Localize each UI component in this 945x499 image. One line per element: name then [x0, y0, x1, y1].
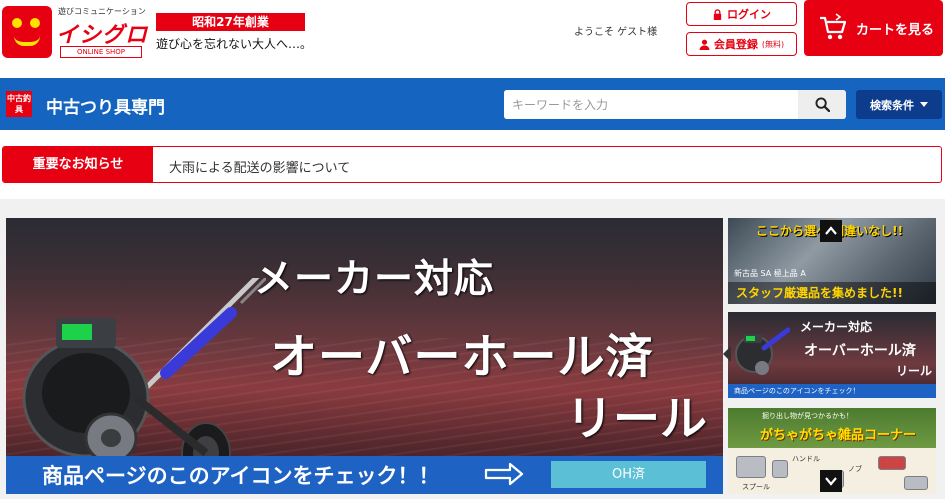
knob-image	[904, 476, 928, 490]
thumb3-header: 掘り出し物が見つかるかも！ がちゃがちゃ雑品コーナー	[728, 408, 936, 448]
knob-image	[878, 456, 906, 470]
main-banner[interactable]: メーカー対応 オーバーホール済 リール 商品ページのこのアイコンをチェック！！ …	[6, 218, 723, 494]
important-notice: 重要なお知らせ 大雨による配送の影響について	[2, 146, 942, 183]
side-banner-overhaul[interactable]: メーカー対応 オーバーホール済 リール 商品ページのこのアイコンをチェック！	[728, 312, 936, 398]
site-logo[interactable]: 遊びコミュニケーション イシグロ ONLINE SHOP	[0, 4, 147, 60]
oh-done-badge: OH済	[551, 461, 706, 488]
search-conditions-button[interactable]: 検索条件	[856, 90, 942, 119]
logo-name: イシグロ	[56, 23, 149, 48]
thumb3-line1: 掘り出し物が見つかるかも！	[762, 412, 853, 420]
register-label: 会員登録	[713, 38, 758, 51]
cart-label: カートを見る	[856, 22, 935, 38]
active-slide-indicator-icon	[723, 346, 731, 362]
thumb2-line1: メーカー対応	[800, 320, 873, 334]
search-input[interactable]	[504, 90, 798, 119]
thumb3-label-spool: スプール	[742, 483, 770, 491]
cart-button[interactable]: カートを見る	[804, 0, 943, 56]
thumb2-line2: オーバーホール済	[804, 343, 916, 359]
carousel-down-button[interactable]	[820, 470, 842, 492]
search-button[interactable]	[798, 90, 846, 119]
logo-shop-label: ONLINE SHOP	[60, 46, 142, 58]
login-button[interactable]: ログイン	[686, 2, 797, 26]
catchphrase: 遊び心を忘れない大人へ…。	[156, 37, 313, 51]
lock-icon	[713, 8, 722, 20]
site-header: 遊びコミュニケーション イシグロ ONLINE SHOP 昭和27年創業 遊び心…	[0, 0, 945, 78]
fishing-reel-image	[22, 278, 266, 478]
search-box	[504, 90, 846, 119]
arrow-right-icon	[484, 462, 524, 486]
chevron-down-icon	[825, 477, 837, 486]
logo-tagline: 遊びコミュニケーション	[58, 7, 146, 16]
cart-icon	[820, 13, 847, 40]
spool-image	[736, 456, 766, 478]
spool-image	[772, 460, 788, 478]
notice-label: 重要なお知らせ	[3, 147, 153, 182]
caret-down-icon	[920, 102, 928, 107]
thumb2-line3: リール	[896, 364, 933, 378]
used-tackle-badge: 中古釣具	[6, 91, 32, 117]
user-icon	[699, 39, 710, 50]
thumb1-caption: スタッフ厳選品を集めました!!	[728, 282, 936, 304]
login-label: ログイン	[727, 8, 771, 21]
search-conditions-label: 検索条件	[870, 98, 914, 112]
fishing-reel-image	[735, 327, 790, 375]
category-nav-bar: 中古釣具 中古つり具専門 検索条件	[0, 78, 945, 130]
chevron-up-icon	[825, 226, 837, 235]
hero-callout-text: 商品ページのこのアイコンをチェック！！	[42, 464, 440, 488]
hero-callout-bar: 商品ページのこのアイコンをチェック！！ OH済	[6, 456, 723, 494]
hero-headline-2: オーバーホール済	[270, 330, 654, 385]
search-icon	[814, 97, 830, 112]
notice-link[interactable]: 大雨による配送の影響について	[169, 157, 350, 176]
page-title[interactable]: 中古つり具専門	[46, 93, 165, 118]
thumb1-grades: 新古品 SA 極上品 A	[734, 269, 806, 278]
register-button[interactable]: 会員登録 (無料)	[686, 32, 797, 56]
hero-headline-3: リール	[566, 392, 707, 447]
carousel-up-button[interactable]	[820, 220, 842, 242]
thumb2-bar: 商品ページのこのアイコンをチェック！	[728, 384, 936, 398]
welcome-text: ようこそ ゲスト様	[574, 27, 658, 38]
thumb3-label-handle: ハンドル	[792, 455, 820, 463]
founded-badge: 昭和27年創業	[156, 13, 305, 31]
register-note: (無料)	[761, 39, 785, 49]
logo-mascot-icon	[2, 6, 52, 58]
thumb3-line2: がちゃがちゃ雑品コーナー	[760, 428, 917, 443]
hero-headline-1: メーカー対応	[254, 257, 495, 302]
thumb3-label-knob: ノブ	[848, 465, 862, 473]
